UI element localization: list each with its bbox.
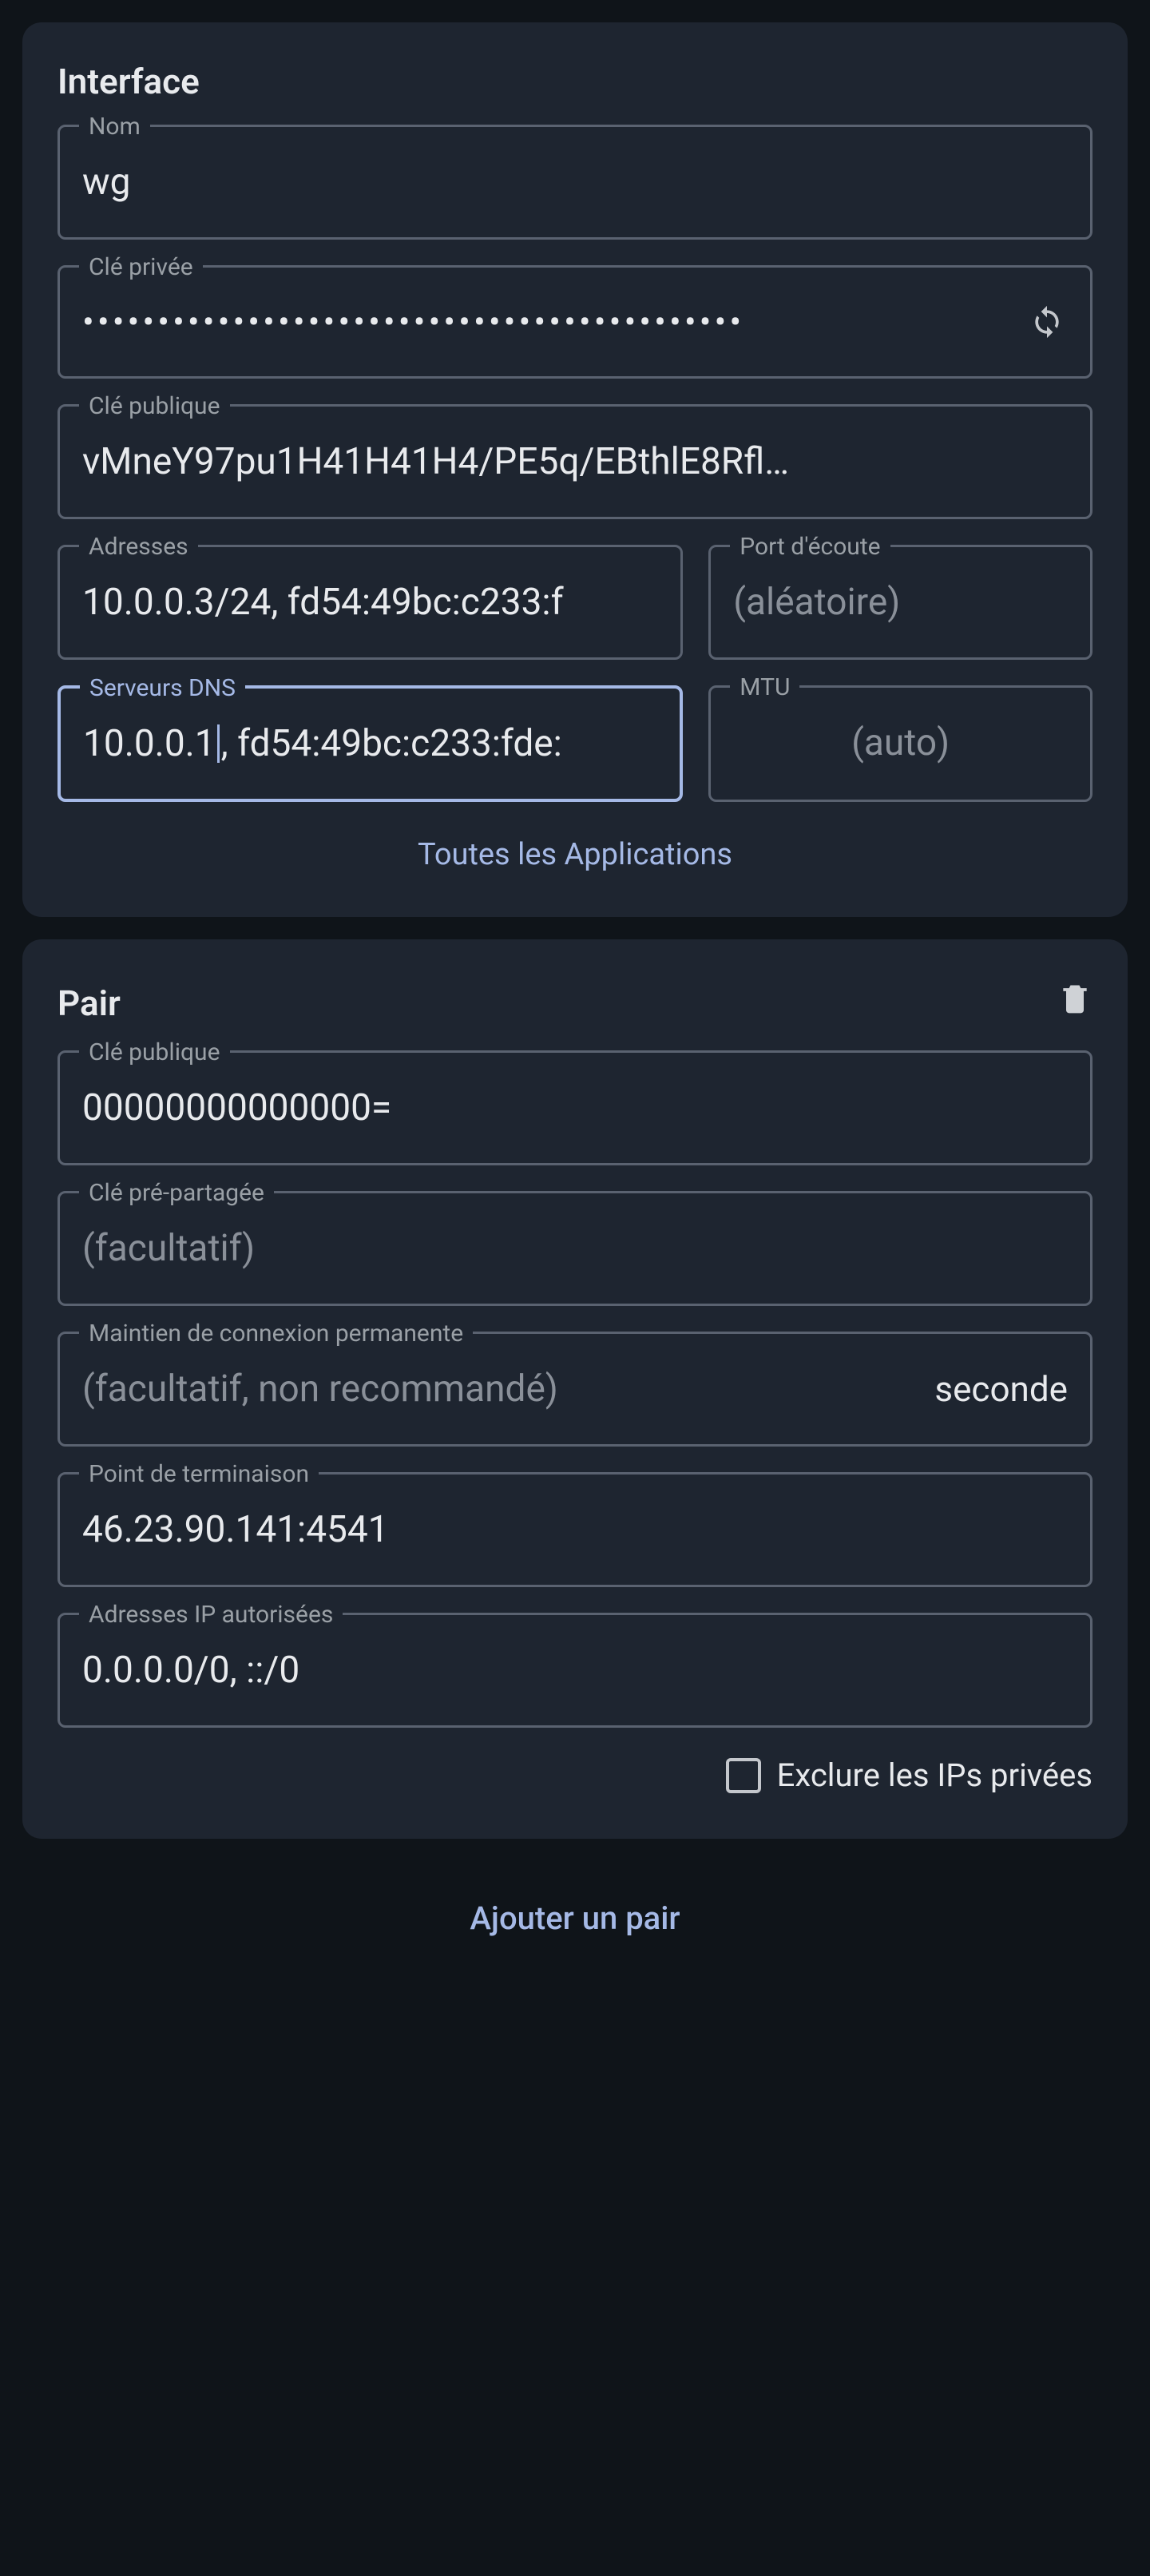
peer-public-key-value: 00000000000000= bbox=[82, 1086, 1068, 1129]
interface-card: Interface Nom wg Clé privée ••••••••••••… bbox=[22, 22, 1128, 917]
name-field[interactable]: Nom wg bbox=[58, 125, 1092, 240]
public-key-field[interactable]: Clé publique vMneY97pu1H41H41H4/PE5q/EBt… bbox=[58, 404, 1092, 519]
listen-port-label: Port d'écoute bbox=[730, 533, 890, 561]
addresses-field[interactable]: Adresses 10.0.0.3/24, fd54:49bc:c233:f bbox=[58, 545, 683, 660]
preshared-key-field[interactable]: Clé pré-partagée (facultatif) bbox=[58, 1191, 1092, 1306]
endpoint-value: 46.23.90.141:4541 bbox=[82, 1508, 1068, 1551]
mtu-field[interactable]: MTU (auto) bbox=[708, 685, 1092, 802]
all-applications-link[interactable]: Toutes les Applications bbox=[58, 837, 1092, 872]
delete-peer-icon[interactable] bbox=[1057, 978, 1092, 1028]
keepalive-field[interactable]: Maintien de connexion permanente (facult… bbox=[58, 1332, 1092, 1447]
interface-title: Interface bbox=[58, 61, 1092, 102]
mtu-label: MTU bbox=[730, 673, 799, 701]
dns-value: 10.0.0.1, fd54:49bc:c233:fde: bbox=[83, 722, 657, 765]
private-key-field[interactable]: Clé privée •••••••••••••••••••••••••••••… bbox=[58, 265, 1092, 379]
name-value: wg bbox=[82, 161, 1068, 204]
endpoint-field[interactable]: Point de terminaison 46.23.90.141:4541 bbox=[58, 1472, 1092, 1587]
peer-public-key-field[interactable]: Clé publique 00000000000000= bbox=[58, 1050, 1092, 1165]
allowed-ips-value: 0.0.0.0/0, ::/0 bbox=[82, 1649, 1068, 1692]
public-key-label: Clé publique bbox=[79, 392, 230, 420]
peer-card: Pair Clé publique 00000000000000= Clé pr… bbox=[22, 939, 1128, 1839]
addresses-label: Adresses bbox=[79, 533, 198, 561]
addresses-value: 10.0.0.3/24, fd54:49bc:c233:f bbox=[82, 581, 658, 624]
exclude-private-checkbox[interactable] bbox=[726, 1758, 761, 1793]
private-key-label: Clé privée bbox=[79, 253, 203, 281]
keepalive-placeholder: (facultatif, non recommandé) bbox=[82, 1367, 918, 1411]
exclude-private-label: Exclure les IPs privées bbox=[777, 1756, 1092, 1794]
peer-title: Pair bbox=[58, 982, 121, 1024]
listen-port-placeholder: (aléatoire) bbox=[733, 581, 1068, 624]
keepalive-label: Maintien de connexion permanente bbox=[79, 1320, 473, 1348]
private-key-masked: ••••••••••••••••••••••••••••••••••••••••… bbox=[82, 301, 1007, 343]
name-label: Nom bbox=[79, 113, 150, 141]
text-caret bbox=[217, 724, 220, 763]
public-key-value: vMneY97pu1H41H41H4/PE5q/EBthlE8Rfl… bbox=[82, 440, 1068, 483]
endpoint-label: Point de terminaison bbox=[79, 1460, 319, 1488]
regenerate-key-icon[interactable] bbox=[1026, 301, 1068, 343]
mtu-placeholder: (auto) bbox=[733, 721, 1068, 764]
allowed-ips-field[interactable]: Adresses IP autorisées 0.0.0.0/0, ::/0 bbox=[58, 1613, 1092, 1728]
keepalive-unit: seconde bbox=[934, 1368, 1068, 1410]
add-peer-button[interactable]: Ajouter un pair bbox=[0, 1861, 1150, 1982]
preshared-key-placeholder: (facultatif) bbox=[82, 1227, 1068, 1270]
dns-field[interactable]: Serveurs DNS 10.0.0.1, fd54:49bc:c233:fd… bbox=[58, 685, 683, 802]
dns-label: Serveurs DNS bbox=[80, 674, 245, 702]
allowed-ips-label: Adresses IP autorisées bbox=[79, 1601, 343, 1629]
preshared-key-label: Clé pré-partagée bbox=[79, 1179, 274, 1207]
listen-port-field[interactable]: Port d'écoute (aléatoire) bbox=[708, 545, 1092, 660]
peer-public-key-label: Clé publique bbox=[79, 1038, 230, 1066]
